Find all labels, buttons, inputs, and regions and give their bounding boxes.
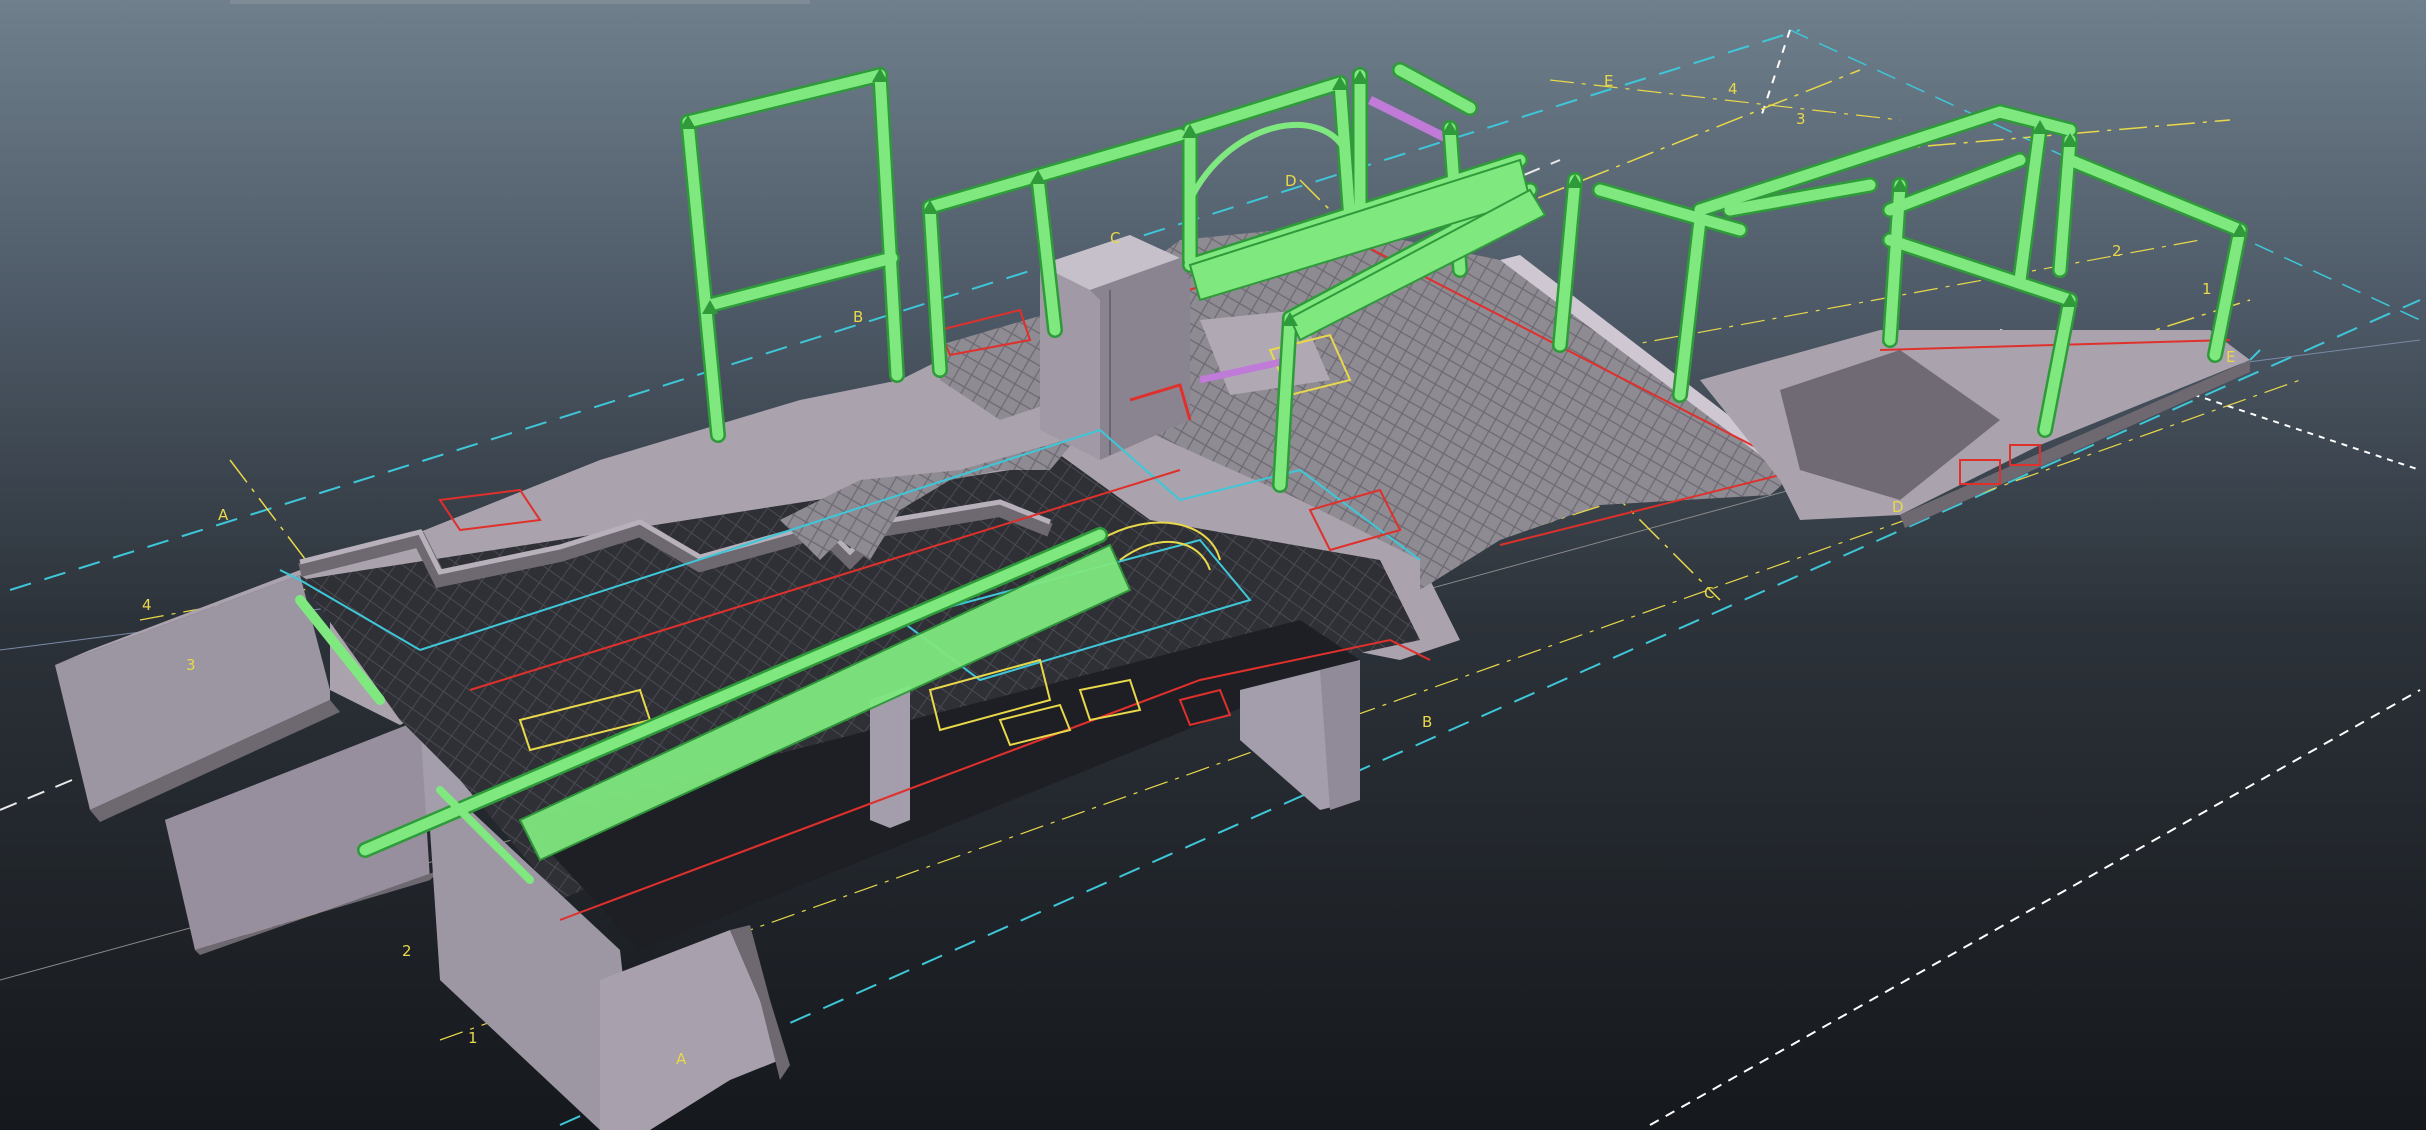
grid-label-b: B <box>853 308 863 326</box>
grid-label-a: A <box>676 1050 687 1068</box>
grid-label-2: 2 <box>2112 242 2122 260</box>
grid-label-b: B <box>1422 713 1432 731</box>
grid-label-d: D <box>1285 172 1297 190</box>
grid-label-d: D <box>1892 498 1904 516</box>
grid-label-3: 3 <box>1796 110 1806 128</box>
grid-label-1: 1 <box>2202 280 2212 298</box>
grid-label-c: C <box>1704 584 1714 602</box>
grid-label-e: E <box>2226 348 2235 366</box>
grid-label-4: 4 <box>1728 80 1738 98</box>
building-model-scene[interactable]: A A B B C C D D E E 1 1 2 2 3 3 4 4 <box>0 0 2426 1130</box>
grid-label-a: A <box>218 506 229 524</box>
grid-label-4: 4 <box>142 596 152 614</box>
right-floor-slab[interactable] <box>1700 330 2250 528</box>
vertical-core-box[interactable] <box>1040 235 1190 460</box>
grid-label-e: E <box>1604 72 1613 90</box>
grid-label-2: 2 <box>402 942 412 960</box>
grid-label-c: C <box>1110 229 1120 247</box>
grid-label-1: 1 <box>468 1029 478 1047</box>
grid-label-3: 3 <box>186 656 196 674</box>
3d-viewport[interactable]: A A B B C C D D E E 1 1 2 2 3 3 4 4 <box>0 0 2426 1130</box>
